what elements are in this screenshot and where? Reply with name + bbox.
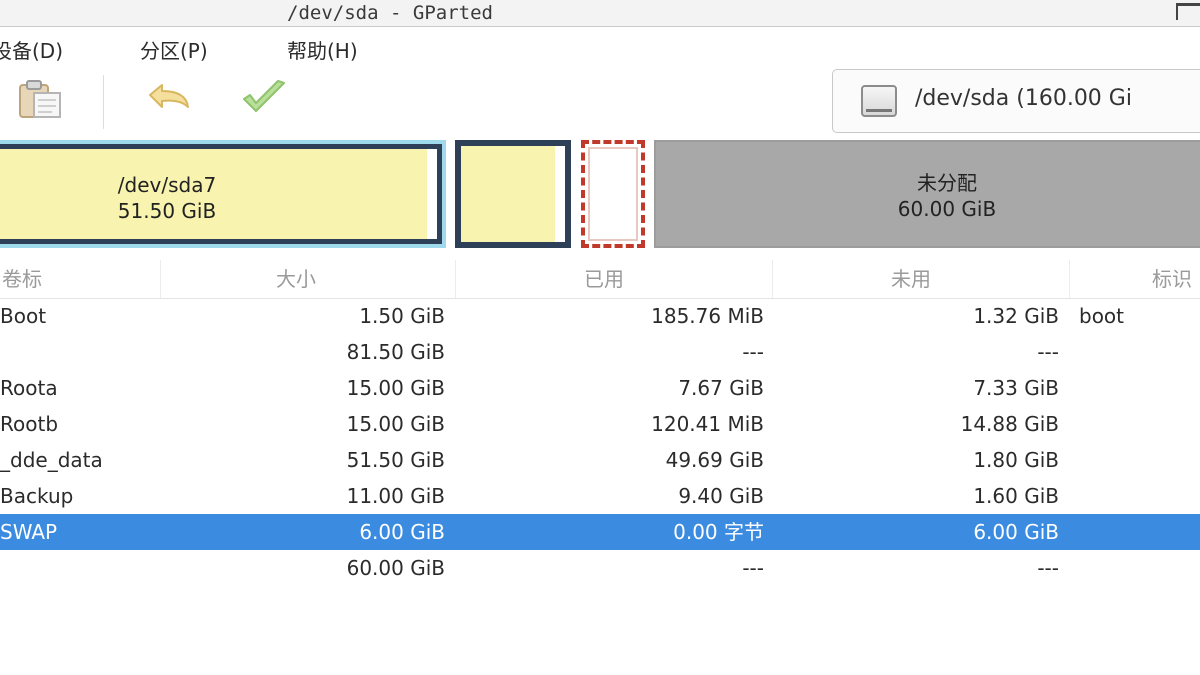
table-row[interactable]: 81.50 GiB --- ---	[0, 334, 1200, 370]
title-bar: /dev/sda - GParted	[0, 0, 1200, 27]
cell-size: 15.00 GiB	[346, 376, 445, 400]
paste-icon[interactable]	[16, 79, 66, 123]
cell-label: _dde_data	[0, 448, 103, 472]
column-header-used[interactable]: 已用	[455, 260, 772, 298]
graph-segment-sda7-name: /dev/sda7	[117, 173, 217, 197]
table-header: 卷标 大小 已用 未用 标识	[0, 260, 1200, 299]
menu-device[interactable]: 设备(D)	[0, 35, 63, 64]
cell-size: 11.00 GiB	[346, 484, 445, 508]
cell-flags: boot	[1079, 304, 1125, 328]
cell-used: 185.76 MiB	[651, 304, 764, 328]
table-row-selected[interactable]: SWAP 6.00 GiB 0.00 字节 6.00 GiB	[0, 514, 1200, 550]
cell-size: 60.00 GiB	[346, 556, 445, 580]
table-row[interactable]: 60.00 GiB --- ---	[0, 550, 1200, 586]
device-selector-value: /dev/sda (160.00 Gi	[915, 86, 1132, 111]
toolbar-separator	[103, 75, 104, 129]
graph-segment-unallocated-name: 未分配	[917, 171, 977, 195]
cell-unused: 1.32 GiB	[973, 304, 1059, 328]
cell-unused: 1.60 GiB	[973, 484, 1059, 508]
table-row[interactable]: _dde_data 51.50 GiB 49.69 GiB 1.80 GiB	[0, 442, 1200, 478]
undo-icon[interactable]	[142, 81, 196, 121]
graph-segment-sda7-text: /dev/sda7 51.50 GiB	[0, 172, 340, 224]
menu-partition[interactable]: 分区(P)	[140, 35, 208, 64]
cell-used: 7.67 GiB	[678, 376, 764, 400]
graph-segment-unallocated-text: 未分配 60.00 GiB	[832, 170, 1062, 222]
cell-used: ---	[742, 340, 764, 364]
graph-segment-sda7-size: 51.50 GiB	[117, 199, 217, 223]
cell-unused: 14.88 GiB	[960, 412, 1059, 436]
cell-label: Roota	[0, 376, 58, 400]
cell-used: 9.40 GiB	[678, 484, 764, 508]
cell-size: 6.00 GiB	[359, 520, 445, 544]
menu-bar: 设备(D) 分区(P) 帮助(H)	[0, 27, 1200, 65]
column-header-size[interactable]: 大小	[160, 260, 455, 298]
graph-segment-small[interactable]	[455, 140, 571, 248]
apply-icon[interactable]	[240, 79, 290, 123]
window-title: /dev/sda - GParted	[287, 2, 493, 24]
graph-segment-unallocated-size: 60.00 GiB	[897, 197, 997, 221]
maximize-icon[interactable]	[1176, 3, 1200, 20]
toolbar: /dev/sda (160.00 Gi	[0, 65, 1200, 137]
cell-unused: ---	[1037, 340, 1059, 364]
cell-label: Rootb	[0, 412, 59, 436]
table-row[interactable]: Backup 11.00 GiB 9.40 GiB 1.60 GiB	[0, 478, 1200, 514]
cell-label: SWAP	[0, 520, 58, 544]
cell-unused: ---	[1037, 556, 1059, 580]
cell-size: 1.50 GiB	[359, 304, 445, 328]
cell-used: ---	[742, 556, 764, 580]
cell-size: 15.00 GiB	[346, 412, 445, 436]
cell-used: 0.00 字节	[673, 520, 764, 544]
cell-used: 120.41 MiB	[651, 412, 764, 436]
table-row[interactable]: Boot 1.50 GiB 185.76 MiB 1.32 GiB boot	[0, 298, 1200, 334]
cell-size: 51.50 GiB	[346, 448, 445, 472]
graph-segment-sda7[interactable]: /dev/sda7 51.50 GiB	[0, 140, 446, 248]
cell-label: Backup	[0, 484, 74, 508]
cell-unused: 6.00 GiB	[973, 520, 1059, 544]
table-row[interactable]: Roota 15.00 GiB 7.67 GiB 7.33 GiB	[0, 370, 1200, 406]
cell-used: 49.69 GiB	[665, 448, 764, 472]
menu-help[interactable]: 帮助(H)	[287, 35, 358, 64]
cell-size: 81.50 GiB	[346, 340, 445, 364]
graph-segment-unallocated[interactable]: 未分配 60.00 GiB	[654, 140, 1200, 248]
partition-table: 卷标 大小 已用 未用 标识 Boot 1.50 GiB 185.76 MiB …	[0, 260, 1200, 675]
partition-graph: /dev/sda7 51.50 GiB 未分配 60.00 GiB	[0, 138, 1200, 258]
disk-icon	[861, 85, 897, 117]
cell-label: Boot	[0, 304, 47, 328]
column-header-label[interactable]: 卷标	[0, 260, 160, 298]
cell-unused: 7.33 GiB	[973, 376, 1059, 400]
device-selector[interactable]: /dev/sda (160.00 Gi	[832, 69, 1200, 133]
graph-segment-swap[interactable]	[581, 140, 645, 248]
cell-unused: 1.80 GiB	[973, 448, 1059, 472]
table-row[interactable]: Rootb 15.00 GiB 120.41 MiB 14.88 GiB	[0, 406, 1200, 442]
column-header-unused[interactable]: 未用	[772, 260, 1069, 298]
column-header-flags[interactable]: 标识	[1069, 260, 1200, 298]
